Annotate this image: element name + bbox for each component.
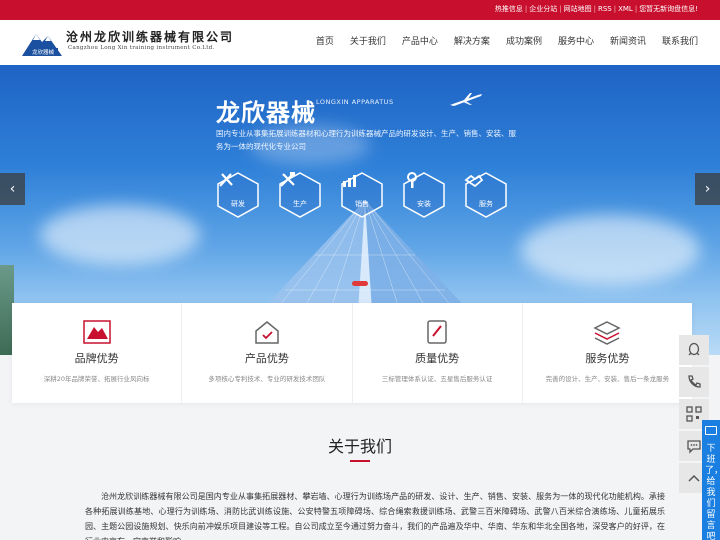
feature-service[interactable]: 服务 [464, 171, 508, 219]
top-links: 热推信息 | 企业分站 | 网站地图 | RSS | XML | 您暂无新询盘信息! [494, 5, 698, 13]
nav-about[interactable]: 关于我们 [342, 20, 394, 65]
advantage-service[interactable]: 服务优势 完善的设计、生产、安装、售后一条龙服务 [523, 303, 692, 403]
top-link-rss[interactable]: RSS [598, 5, 612, 13]
advantage-brand[interactable]: 品牌优势 深耕20年品牌荣誉、拓展行业风向标 [12, 303, 183, 403]
logo-mountain-icon: 龙欣器械 [22, 34, 62, 56]
top-link-branch[interactable]: 企业分站 [529, 5, 557, 13]
phone-icon [688, 375, 701, 388]
main-nav: 首页 关于我们 产品中心 解决方案 成功案例 服务中心 新闻资讯 联系我们 [308, 20, 706, 65]
feature-production[interactable]: 生产 [278, 171, 322, 219]
advantage-title: 质量优势 [415, 352, 460, 365]
advantage-title: 服务优势 [585, 352, 630, 365]
banner-prev-button[interactable]: ‹ [0, 173, 25, 205]
feature-sales[interactable]: 销售 [340, 171, 384, 219]
feature-label: 生产 [293, 200, 307, 208]
nav-cases[interactable]: 成功案例 [498, 20, 550, 65]
nav-solutions[interactable]: 解决方案 [446, 20, 498, 65]
feature-label: 研发 [231, 200, 245, 208]
advantage-product[interactable]: 产品优势 多项核心专利技术、专业的研发技术团队 [182, 303, 353, 403]
nav-products[interactable]: 产品中心 [394, 20, 446, 65]
nav-service[interactable]: 服务中心 [550, 20, 602, 65]
layers-icon [593, 321, 622, 345]
advantage-desc: 深耕20年品牌荣誉、拓展行业风向标 [43, 375, 150, 383]
advantage-desc: 完善的设计、生产、安装、售后一条龙服务 [545, 375, 670, 383]
airplane-icon [450, 93, 482, 106]
feature-label: 安装 [417, 200, 431, 208]
banner-next-button[interactable]: › [695, 173, 720, 205]
slider-dot[interactable] [352, 281, 368, 286]
qrcode-icon [686, 406, 702, 422]
about-divider [350, 460, 370, 462]
banner-title: 龙欣器械 [216, 99, 316, 127]
advantage-quality[interactable]: 质量优势 三标管理体系认证、五星售后服务认证 [353, 303, 523, 403]
cloud-decoration [520, 215, 700, 285]
advantage-title: 产品优势 [244, 352, 289, 365]
handshake-icon [464, 174, 484, 188]
brand-icon [82, 320, 111, 344]
consult-label: 下班了，给我们留言吧 [705, 444, 720, 540]
wrench-icon [407, 172, 417, 188]
feature-label: 销售 [355, 200, 369, 208]
top-link-hot[interactable]: 热推信息 [495, 5, 523, 13]
banner-description: 国内专业从事集拓展训练器材和心理行为训练器械产品的研发设计、生产、销售、安装、服… [216, 129, 516, 151]
nav-contact[interactable]: 联系我们 [654, 20, 706, 65]
cloud-decoration [40, 205, 200, 265]
mail-icon [705, 426, 717, 435]
advantage-desc: 多项核心专利技术、专业的研发技术团队 [208, 375, 326, 383]
logo-company-name: 沧州龙欣训练器械有限公司 [66, 30, 235, 44]
chevron-up-icon [688, 474, 700, 482]
site-logo[interactable]: 龙欣器械 沧州龙欣训练器械有限公司 Cangzhou Long Xin trai… [22, 28, 232, 58]
about-title: 关于我们 [327, 437, 392, 456]
chart-icon [343, 175, 356, 187]
message-icon [687, 440, 701, 454]
nav-home[interactable]: 首页 [308, 20, 342, 65]
banner-subtitle: LONGXIN APPARATUS [316, 98, 394, 106]
top-link-xml[interactable]: XML [618, 5, 633, 13]
nav-news[interactable]: 新闻资讯 [602, 20, 654, 65]
logo-company-name-en: Cangzhou Long Xin training instrument Co… [68, 45, 215, 51]
house-icon [255, 321, 279, 344]
feature-hexagons: 研发 生产 销售 安装 服务 [216, 171, 516, 219]
qq-chat-button[interactable] [679, 335, 709, 365]
top-link-inquiry[interactable]: 您暂无新询盘信息! [639, 5, 698, 13]
feature-install[interactable]: 安装 [402, 171, 446, 219]
advantage-title: 品牌优势 [74, 352, 119, 365]
phone-button[interactable] [679, 367, 709, 397]
quality-icon [427, 320, 447, 344]
logo-badge-text: 龙欣器械 [32, 48, 55, 56]
tools-icon [280, 172, 295, 187]
feature-label: 服务 [479, 200, 493, 208]
qq-icon [688, 342, 700, 356]
advantage-desc: 三标管理体系认证、五星售后服务认证 [381, 375, 493, 383]
site-header: 龙欣器械 沧州龙欣训练器械有限公司 Cangzhou Long Xin trai… [0, 20, 720, 65]
advantages-section: 品牌优势 深耕20年品牌荣誉、拓展行业风向标 产品优势 多项核心专利技术、专业的… [12, 303, 692, 403]
top-bar: 热推信息 | 企业分站 | 网站地图 | RSS | XML | 您暂无新询盘信息! [0, 0, 720, 20]
top-link-sitemap[interactable]: 网站地图 [564, 5, 592, 13]
feature-research[interactable]: 研发 [216, 171, 260, 219]
about-text: 沧州龙欣训练器械有限公司是国内专业从事集拓展器材、攀岩墙、心理行为训练场产品的研… [85, 492, 665, 540]
online-consult-tab[interactable]: 下班了，给我们留言吧 [702, 420, 720, 540]
research-icon [219, 173, 233, 187]
